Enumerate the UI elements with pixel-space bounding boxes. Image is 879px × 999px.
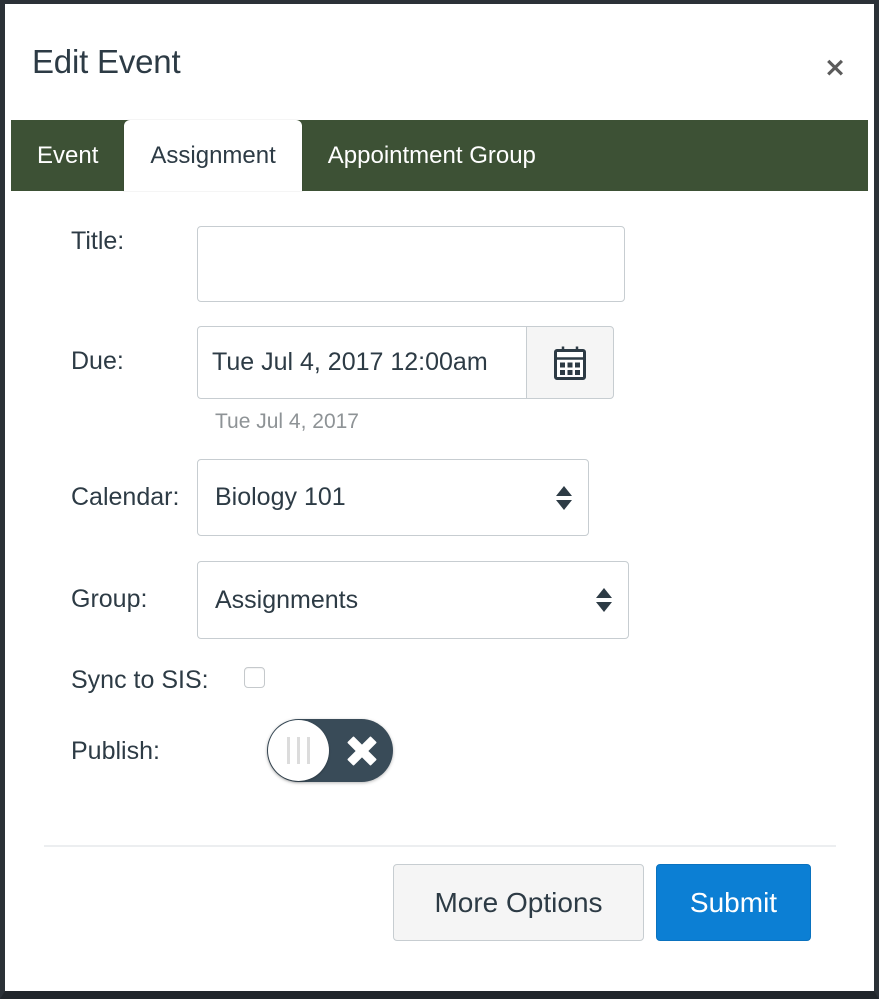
edit-event-dialog: Edit Event × Event Assignment Appointmen…: [5, 4, 874, 991]
screenshot-root: Edit Event × Event Assignment Appointmen…: [0, 0, 879, 999]
edit-event-form: Title: Due:: [5, 226, 874, 782]
group-label: Group:: [5, 561, 197, 614]
footer-divider: [44, 845, 836, 847]
x-icon: [347, 736, 377, 766]
field-row-calendar: Calendar: Biology 101: [5, 459, 874, 536]
group-select-value: Assignments: [198, 586, 358, 615]
tab-assignment[interactable]: Assignment: [124, 120, 301, 191]
field-row-publish: Publish:: [5, 719, 874, 782]
sync-to-sis-checkbox[interactable]: [244, 667, 265, 688]
submit-button[interactable]: Submit: [656, 864, 811, 941]
field-row-title: Title:: [5, 226, 874, 302]
tab-bar: Event Assignment Appointment Group: [11, 120, 868, 191]
tab-appointment-group-label: Appointment Group: [328, 142, 536, 170]
publish-toggle[interactable]: [267, 719, 393, 782]
due-date-input[interactable]: [197, 326, 527, 399]
group-select[interactable]: Assignments: [197, 561, 629, 639]
updown-arrows-icon: [556, 486, 572, 510]
tab-assignment-label: Assignment: [150, 142, 275, 170]
calendar-picker-button[interactable]: [526, 326, 614, 399]
calendar-select[interactable]: Biology 101: [197, 459, 589, 536]
calendar-select-value: Biology 101: [198, 483, 346, 512]
more-options-label: More Options: [434, 887, 602, 919]
tab-event-label: Event: [37, 142, 98, 170]
close-icon: ×: [824, 54, 847, 81]
close-button[interactable]: ×: [818, 50, 852, 84]
calendar-label: Calendar:: [5, 459, 197, 512]
dialog-footer: More Options Submit: [5, 864, 874, 941]
publish-label: Publish:: [5, 736, 197, 766]
field-row-sync-to-sis: Sync to SIS:: [5, 665, 874, 695]
field-row-group: Group: Assignments: [5, 561, 874, 639]
field-row-due: Due:: [5, 326, 874, 435]
grip-lines-icon: [268, 720, 329, 781]
title-input[interactable]: [197, 226, 625, 302]
submit-label: Submit: [690, 887, 777, 919]
title-label: Title:: [5, 226, 197, 256]
page-title: Edit Event: [32, 42, 180, 82]
calendar-icon: [553, 345, 587, 381]
updown-arrows-icon: [596, 588, 612, 612]
due-date-hint: Tue Jul 4, 2017: [215, 409, 874, 435]
sync-to-sis-label: Sync to SIS:: [5, 665, 197, 695]
dialog-header: Edit Event ×: [5, 4, 874, 120]
more-options-button[interactable]: More Options: [393, 864, 644, 941]
due-date-group: [197, 326, 616, 399]
tab-appointment-group[interactable]: Appointment Group: [302, 120, 562, 191]
tab-event[interactable]: Event: [11, 120, 124, 191]
due-label: Due:: [5, 326, 197, 376]
